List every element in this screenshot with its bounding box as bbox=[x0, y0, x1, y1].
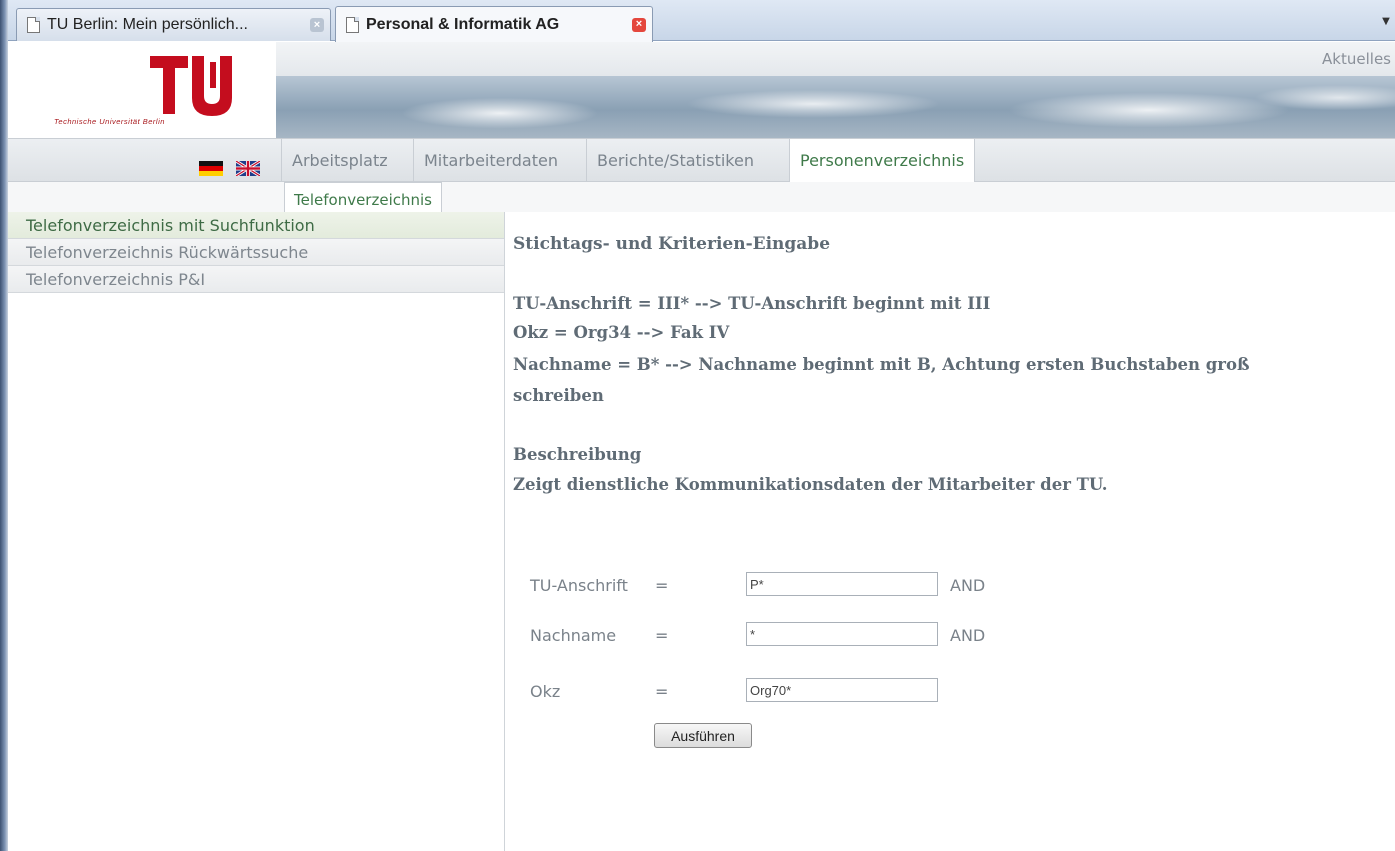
logo-caption: Technische Universität Berlin bbox=[54, 117, 165, 126]
browser-tab-personal-informatik[interactable]: Personal & Informatik AG × bbox=[335, 6, 653, 42]
criteria-line: Okz = Org34 --> Fak IV bbox=[513, 323, 730, 342]
nachname-input[interactable] bbox=[746, 622, 938, 646]
ausfuehren-button[interactable]: Ausführen bbox=[654, 723, 752, 748]
sidebar-item-telefonverzeichnis-suchfunktion[interactable]: Telefonverzeichnis mit Suchfunktion bbox=[8, 212, 504, 239]
equals-sign: = bbox=[655, 626, 669, 645]
and-operator: AND bbox=[950, 576, 986, 595]
nav-personenverzeichnis[interactable]: Personenverzeichnis bbox=[789, 139, 976, 182]
tab-list-dropdown-icon[interactable]: ▼ bbox=[1377, 10, 1395, 34]
tu-anschrift-input[interactable] bbox=[746, 572, 938, 596]
page-icon bbox=[346, 16, 359, 33]
tab-title: Personal & Informatik AG bbox=[366, 15, 560, 33]
nav-mitarbeiterdaten[interactable]: Mitarbeiterdaten bbox=[413, 139, 568, 182]
subnav-telefonverzeichnis[interactable]: Telefonverzeichnis bbox=[284, 182, 442, 212]
sidebar-item-telefonverzeichnis-pi[interactable]: Telefonverzeichnis P&I bbox=[8, 266, 504, 293]
nav-arbeitsplatz[interactable]: Arbeitsplatz bbox=[281, 139, 398, 182]
tu-logo-icon bbox=[150, 56, 232, 116]
window-left-edge bbox=[0, 0, 8, 851]
page-icon bbox=[27, 17, 40, 33]
nav-berichte-statistiken[interactable]: Berichte/Statistiken bbox=[586, 139, 764, 182]
sidebar: Telefonverzeichnis mit Suchfunktion Tele… bbox=[8, 212, 505, 851]
criteria-line: schreiben bbox=[513, 386, 604, 405]
aktuelles-link[interactable]: Aktuelles bbox=[1322, 50, 1391, 68]
and-operator: AND bbox=[950, 626, 986, 645]
nachname-label: Nachname bbox=[530, 626, 617, 645]
tu-berlin-logo[interactable]: Technische Universität Berlin bbox=[8, 42, 276, 138]
criteria-line: TU-Anschrift = III* --> TU-Anschrift beg… bbox=[513, 294, 991, 313]
browser-tab-tu-berlin[interactable]: TU Berlin: Mein persönlich... × bbox=[16, 8, 331, 41]
german-flag-icon[interactable] bbox=[199, 161, 223, 176]
tu-anschrift-label: TU-Anschrift bbox=[530, 576, 628, 595]
okz-input[interactable] bbox=[746, 678, 938, 702]
tab-title: TU Berlin: Mein persönlich... bbox=[47, 16, 248, 33]
beschreibung-title: Beschreibung bbox=[513, 445, 642, 464]
close-icon[interactable]: × bbox=[310, 18, 324, 32]
sidebar-item-telefonverzeichnis-rueckwaertssuche[interactable]: Telefonverzeichnis Rückwärtssuche bbox=[8, 239, 504, 266]
header-banner-image bbox=[276, 76, 1395, 138]
uk-flag-icon[interactable] bbox=[236, 161, 260, 176]
browser-tab-bar: TU Berlin: Mein persönlich... × Personal… bbox=[8, 0, 1395, 42]
okz-label: Okz bbox=[530, 682, 561, 701]
top-strip: Aktuelles bbox=[276, 42, 1395, 76]
equals-sign: = bbox=[655, 682, 669, 701]
criteria-line: Nachname = B* --> Nachname beginnt mit B… bbox=[513, 355, 1250, 374]
beschreibung-text: Zeigt dienstliche Kommunikationsdaten de… bbox=[513, 475, 1108, 494]
close-icon[interactable]: × bbox=[632, 17, 646, 32]
page-title: Stichtags- und Kriterien-Eingabe bbox=[513, 234, 831, 254]
main-nav: Arbeitsplatz Mitarbeiterdaten Berichte/S… bbox=[8, 138, 1395, 182]
equals-sign: = bbox=[655, 576, 669, 595]
sub-nav: Telefonverzeichnis bbox=[8, 182, 1395, 212]
